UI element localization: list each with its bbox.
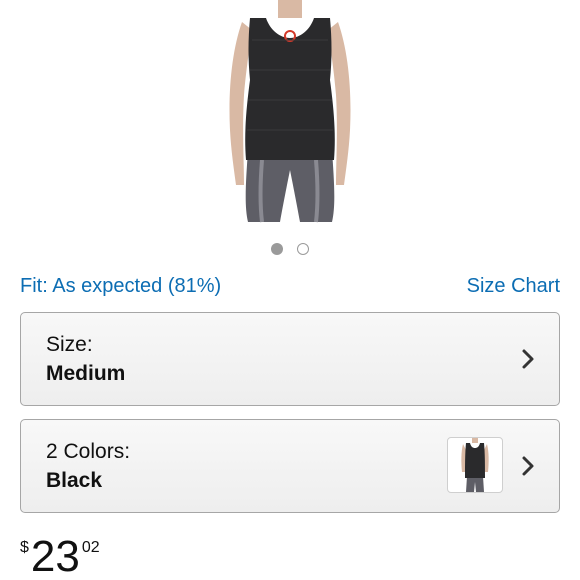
color-swatch-thumbnail[interactable]: [447, 437, 503, 493]
carousel-dot-active[interactable]: [271, 243, 283, 255]
carousel-indicator[interactable]: [0, 243, 580, 255]
chevron-right-icon: [522, 349, 534, 369]
price: $ 23 02: [20, 533, 100, 580]
size-value: Medium: [46, 362, 126, 385]
fit-row: Fit: As expected (81%) Size Chart: [20, 272, 560, 300]
product-photo-tank-top-icon: [229, 0, 351, 223]
color-selector-button[interactable]: 2 Colors: Black: [20, 419, 560, 513]
size-selector-button[interactable]: Size: Medium: [20, 312, 560, 406]
price-whole: 23: [30, 532, 80, 580]
price-fraction: 02: [81, 539, 100, 556]
size-chart-link[interactable]: Size Chart: [467, 275, 560, 298]
price-currency-symbol: $: [20, 539, 29, 556]
fit-link[interactable]: Fit: As expected (81%): [20, 275, 221, 298]
carousel-dot[interactable]: [297, 243, 309, 255]
product-image[interactable]: [0, 0, 580, 225]
size-label: Size:: [46, 333, 93, 356]
chevron-right-icon: [522, 456, 534, 476]
color-swatch-icon: [461, 438, 489, 492]
color-label: 2 Colors:: [46, 440, 131, 463]
color-value: Black: [46, 469, 103, 492]
